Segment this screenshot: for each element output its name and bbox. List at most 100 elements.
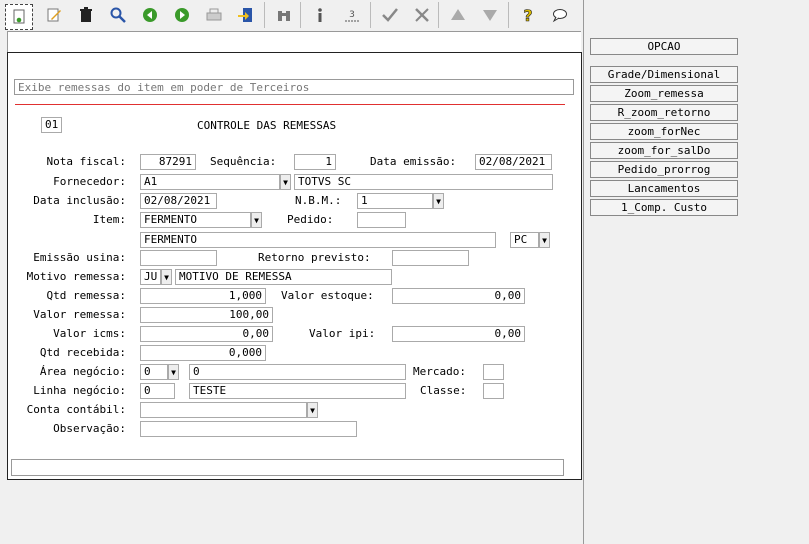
observacao-label: Observação:: [53, 422, 126, 435]
valor-estoque-field[interactable]: 0,00: [392, 288, 525, 304]
down-icon[interactable]: [478, 3, 502, 27]
svg-text:3: 3: [349, 10, 355, 20]
pedido-label: Pedido:: [287, 213, 334, 226]
area-negocio-label: Área negócio:: [39, 365, 126, 378]
data-inclusao-label: Data inclusão:: [33, 194, 126, 207]
data-emissao-label: Data emissão:: [370, 155, 457, 168]
valor-ipi-label: Valor ipi:: [309, 327, 376, 340]
motivo-code-field[interactable]: JU: [140, 269, 161, 285]
sequencia-field[interactable]: 1: [294, 154, 336, 170]
conta-contabil-field[interactable]: [140, 402, 307, 418]
linha-negocio-code-field[interactable]: 0: [140, 383, 175, 399]
search-icon[interactable]: [106, 3, 130, 27]
previous-icon[interactable]: [138, 3, 162, 27]
retorno-previsto-label: Retorno previsto:: [258, 251, 371, 264]
valor-remessa-field[interactable]: 100,00: [140, 307, 273, 323]
unit-dropdown-icon[interactable]: ▼: [539, 232, 550, 248]
nbm-dropdown-icon[interactable]: ▼: [433, 193, 444, 209]
grade-dimensional-button[interactable]: Grade/Dimensional: [590, 66, 738, 83]
divider-line: [15, 104, 565, 105]
fornecedor-dropdown-icon[interactable]: ▼: [280, 174, 291, 190]
area-negocio-description-field[interactable]: 0: [189, 364, 406, 380]
unit-field[interactable]: PC: [510, 232, 539, 248]
toolbar-separator: [508, 2, 509, 28]
binoculars-icon[interactable]: [272, 3, 296, 27]
comp-custo-button[interactable]: 1_Comp. Custo: [590, 199, 738, 216]
valor-remessa-label: Valor remessa:: [33, 308, 126, 321]
zoom-fornec-button[interactable]: zoom_forNec: [590, 123, 738, 140]
mercado-label: Mercado:: [413, 365, 466, 378]
conta-contabil-label: Conta contábil:: [26, 403, 126, 416]
observacao-field[interactable]: [140, 421, 357, 437]
description-field: Exibe remessas do item em poder de Terce…: [14, 79, 574, 95]
item-description-field[interactable]: FERMENTO: [140, 232, 496, 248]
item-label: Item:: [92, 213, 126, 226]
motivo-remessa-label: Motivo remessa:: [26, 270, 126, 283]
qtd-remessa-label: Qtd remessa:: [46, 289, 126, 302]
opcao-header: OPCAO: [590, 38, 738, 55]
chat-icon[interactable]: [548, 3, 572, 27]
up-icon[interactable]: [446, 3, 470, 27]
mercado-field[interactable]: [483, 364, 504, 380]
area-negocio-code-field[interactable]: 0: [140, 364, 168, 380]
print-icon[interactable]: [202, 3, 226, 27]
r-zoom-retorno-button[interactable]: R_zoom_retorno: [590, 104, 738, 121]
conta-contabil-dropdown-icon[interactable]: ▼: [307, 402, 318, 418]
data-emissao-field[interactable]: 02/08/2021: [475, 154, 552, 170]
pedido-field[interactable]: [357, 212, 406, 228]
zoom-for-saldo-button[interactable]: zoom_for_salDo: [590, 142, 738, 159]
toolbar: 3 ?: [0, 0, 583, 31]
delete-icon[interactable]: [74, 3, 98, 27]
valor-icms-field[interactable]: 0,00: [140, 326, 273, 342]
lancamentos-button[interactable]: Lancamentos: [590, 180, 738, 197]
edit-icon[interactable]: [42, 3, 66, 27]
numbering-icon[interactable]: 3: [340, 3, 364, 27]
linha-negocio-label: Linha negócio:: [33, 384, 126, 397]
help-icon[interactable]: ?: [516, 3, 540, 27]
valor-ipi-field[interactable]: 0,00: [392, 326, 525, 342]
svg-text:?: ?: [523, 6, 532, 24]
nbm-label: N.B.M.:: [295, 194, 342, 207]
toolbar-separator: [438, 2, 439, 28]
valor-estoque-label: Valor estoque:: [281, 289, 374, 302]
nota-fiscal-field[interactable]: 87291: [140, 154, 196, 170]
data-inclusao-field[interactable]: 02/08/2021: [140, 193, 217, 209]
valor-icms-label: Valor icms:: [53, 327, 126, 340]
check-icon[interactable]: [378, 3, 402, 27]
zoom-remessa-button[interactable]: Zoom_remessa: [590, 85, 738, 102]
retorno-previsto-field[interactable]: [392, 250, 469, 266]
classe-field[interactable]: [483, 383, 504, 399]
next-icon[interactable]: [170, 3, 194, 27]
form-header-area: [7, 31, 581, 52]
linha-negocio-description-field[interactable]: TESTE: [189, 383, 406, 399]
fornecedor-code-field[interactable]: A1: [140, 174, 280, 190]
toolbar-separator: [300, 2, 301, 28]
toolbar-separator: [370, 2, 371, 28]
new-icon[interactable]: [5, 4, 33, 30]
code-field[interactable]: 01: [41, 117, 62, 133]
info-icon[interactable]: [308, 3, 332, 27]
message-bar: [11, 459, 564, 476]
item-field[interactable]: FERMENTO: [140, 212, 251, 228]
sequencia-label: Sequência:: [210, 155, 277, 168]
nbm-field[interactable]: 1: [357, 193, 433, 209]
toolbar-separator: [264, 2, 265, 28]
motivo-dropdown-icon[interactable]: ▼: [161, 269, 172, 285]
emissao-usina-label: Emissão usina:: [33, 251, 126, 264]
classe-label: Classe:: [420, 384, 467, 397]
tools-icon[interactable]: [410, 3, 434, 27]
fornecedor-name-field[interactable]: TOTVS SC: [294, 174, 553, 190]
pedido-prorrog-button[interactable]: Pedido_prorrog: [590, 161, 738, 178]
area-negocio-dropdown-icon[interactable]: ▼: [168, 364, 179, 380]
qtd-recebida-field[interactable]: 0,000: [140, 345, 266, 361]
nota-fiscal-label: Nota fiscal:: [46, 155, 126, 168]
export-icon[interactable]: [234, 3, 258, 27]
qtd-remessa-field[interactable]: 1,000: [140, 288, 266, 304]
form-title: CONTROLE DAS REMESSAS: [197, 119, 337, 132]
fornecedor-label: Fornecedor:: [53, 175, 126, 188]
qtd-recebida-label: Qtd recebida:: [39, 346, 126, 359]
item-dropdown-icon[interactable]: ▼: [251, 212, 262, 228]
panel-divider: [583, 0, 584, 544]
motivo-description-field[interactable]: MOTIVO DE REMESSA: [175, 269, 392, 285]
emissao-usina-field[interactable]: [140, 250, 217, 266]
